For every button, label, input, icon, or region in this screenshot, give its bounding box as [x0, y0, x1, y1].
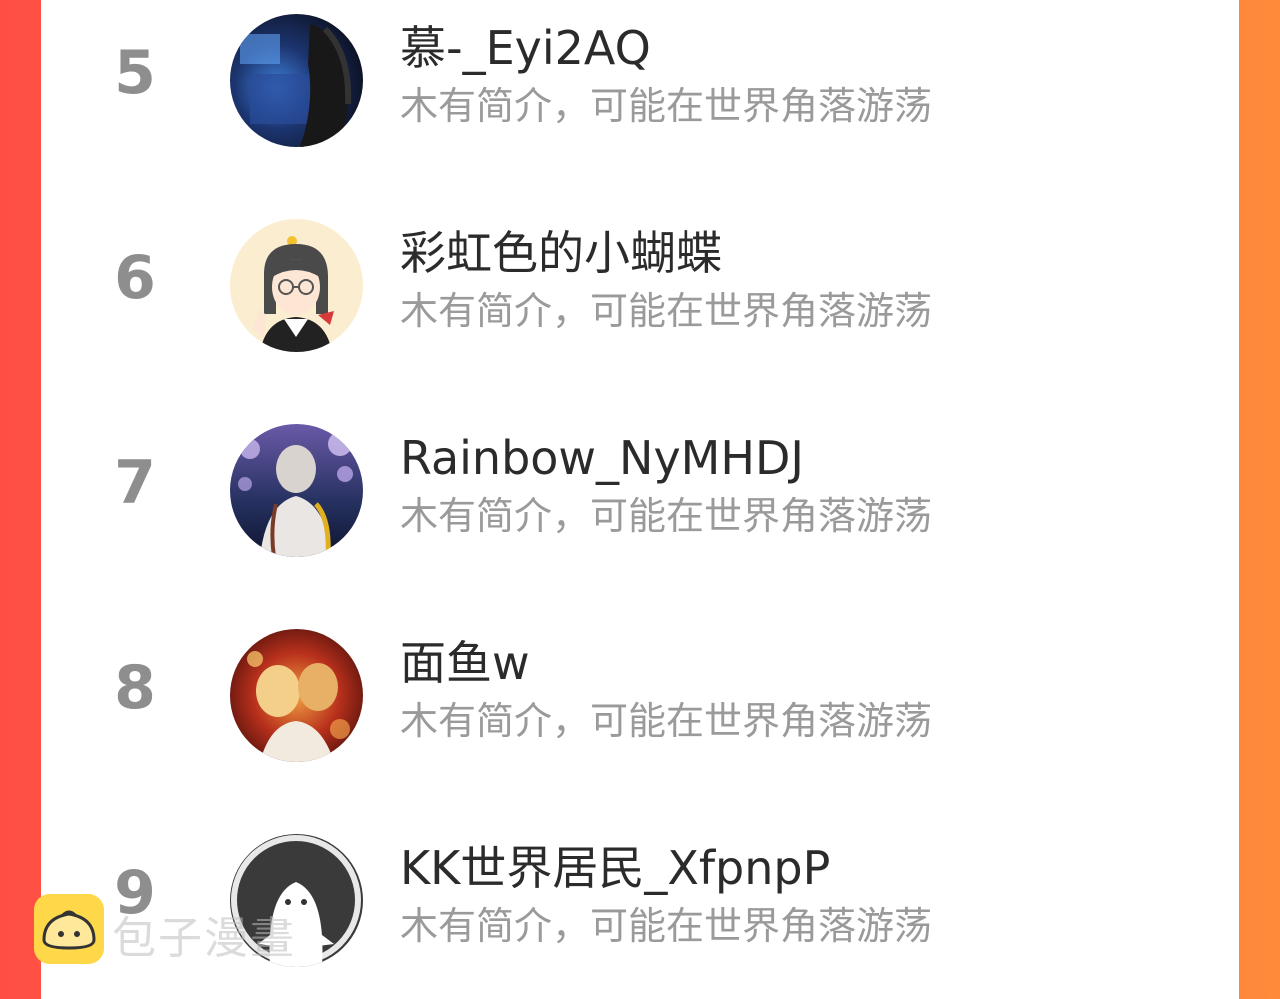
rank-number: 6: [114, 243, 156, 313]
user-bio: 木有简介，可能在世界角落游荡: [400, 494, 933, 538]
user-name[interactable]: Rainbow_NyMHDJ: [400, 428, 804, 488]
ranking-row[interactable]: 8 面鱼w 木有简介，可能在世界角落游荡: [41, 615, 1239, 765]
user-bio: 木有简介，可能在世界角落游荡: [400, 84, 933, 128]
rank-number: 8: [114, 653, 156, 723]
watermark: 包子漫畫: [34, 894, 334, 966]
bun-logo-icon: [34, 894, 104, 964]
cartoon-girl-glasses-avatar-icon[interactable]: [230, 219, 363, 352]
ranking-panel: 5 慕-_Eyi2AQ 木有简介，可能在世界角落游荡 6 彩虹色的小蝴蝶 木有简…: [41, 0, 1239, 999]
watermark-text: 包子漫畫: [112, 913, 296, 964]
user-bio: 木有简介，可能在世界角落游荡: [400, 904, 933, 948]
ranking-row[interactable]: 7 Rainbow_NyMHDJ 木有简介，可能在世界角落游荡: [41, 410, 1239, 560]
red-anime-avatar-icon[interactable]: [230, 629, 363, 762]
user-name[interactable]: KK世界居民_XfpnpP: [400, 838, 830, 898]
rank-number: 7: [114, 448, 156, 518]
dark-room-photo-avatar-icon[interactable]: [230, 14, 363, 147]
rank-number: 5: [114, 38, 156, 108]
user-name[interactable]: 慕-_Eyi2AQ: [400, 18, 651, 78]
anime-character-avatar-icon[interactable]: [230, 424, 363, 557]
ranking-row[interactable]: 5 慕-_Eyi2AQ 木有简介，可能在世界角落游荡: [41, 0, 1239, 150]
user-name[interactable]: 面鱼w: [400, 633, 530, 693]
user-bio: 木有简介，可能在世界角落游荡: [400, 699, 933, 743]
ranking-row[interactable]: 6 彩虹色的小蝴蝶 木有简介，可能在世界角落游荡: [41, 205, 1239, 355]
user-name[interactable]: 彩虹色的小蝴蝶: [400, 223, 722, 283]
user-bio: 木有简介，可能在世界角落游荡: [400, 289, 933, 333]
